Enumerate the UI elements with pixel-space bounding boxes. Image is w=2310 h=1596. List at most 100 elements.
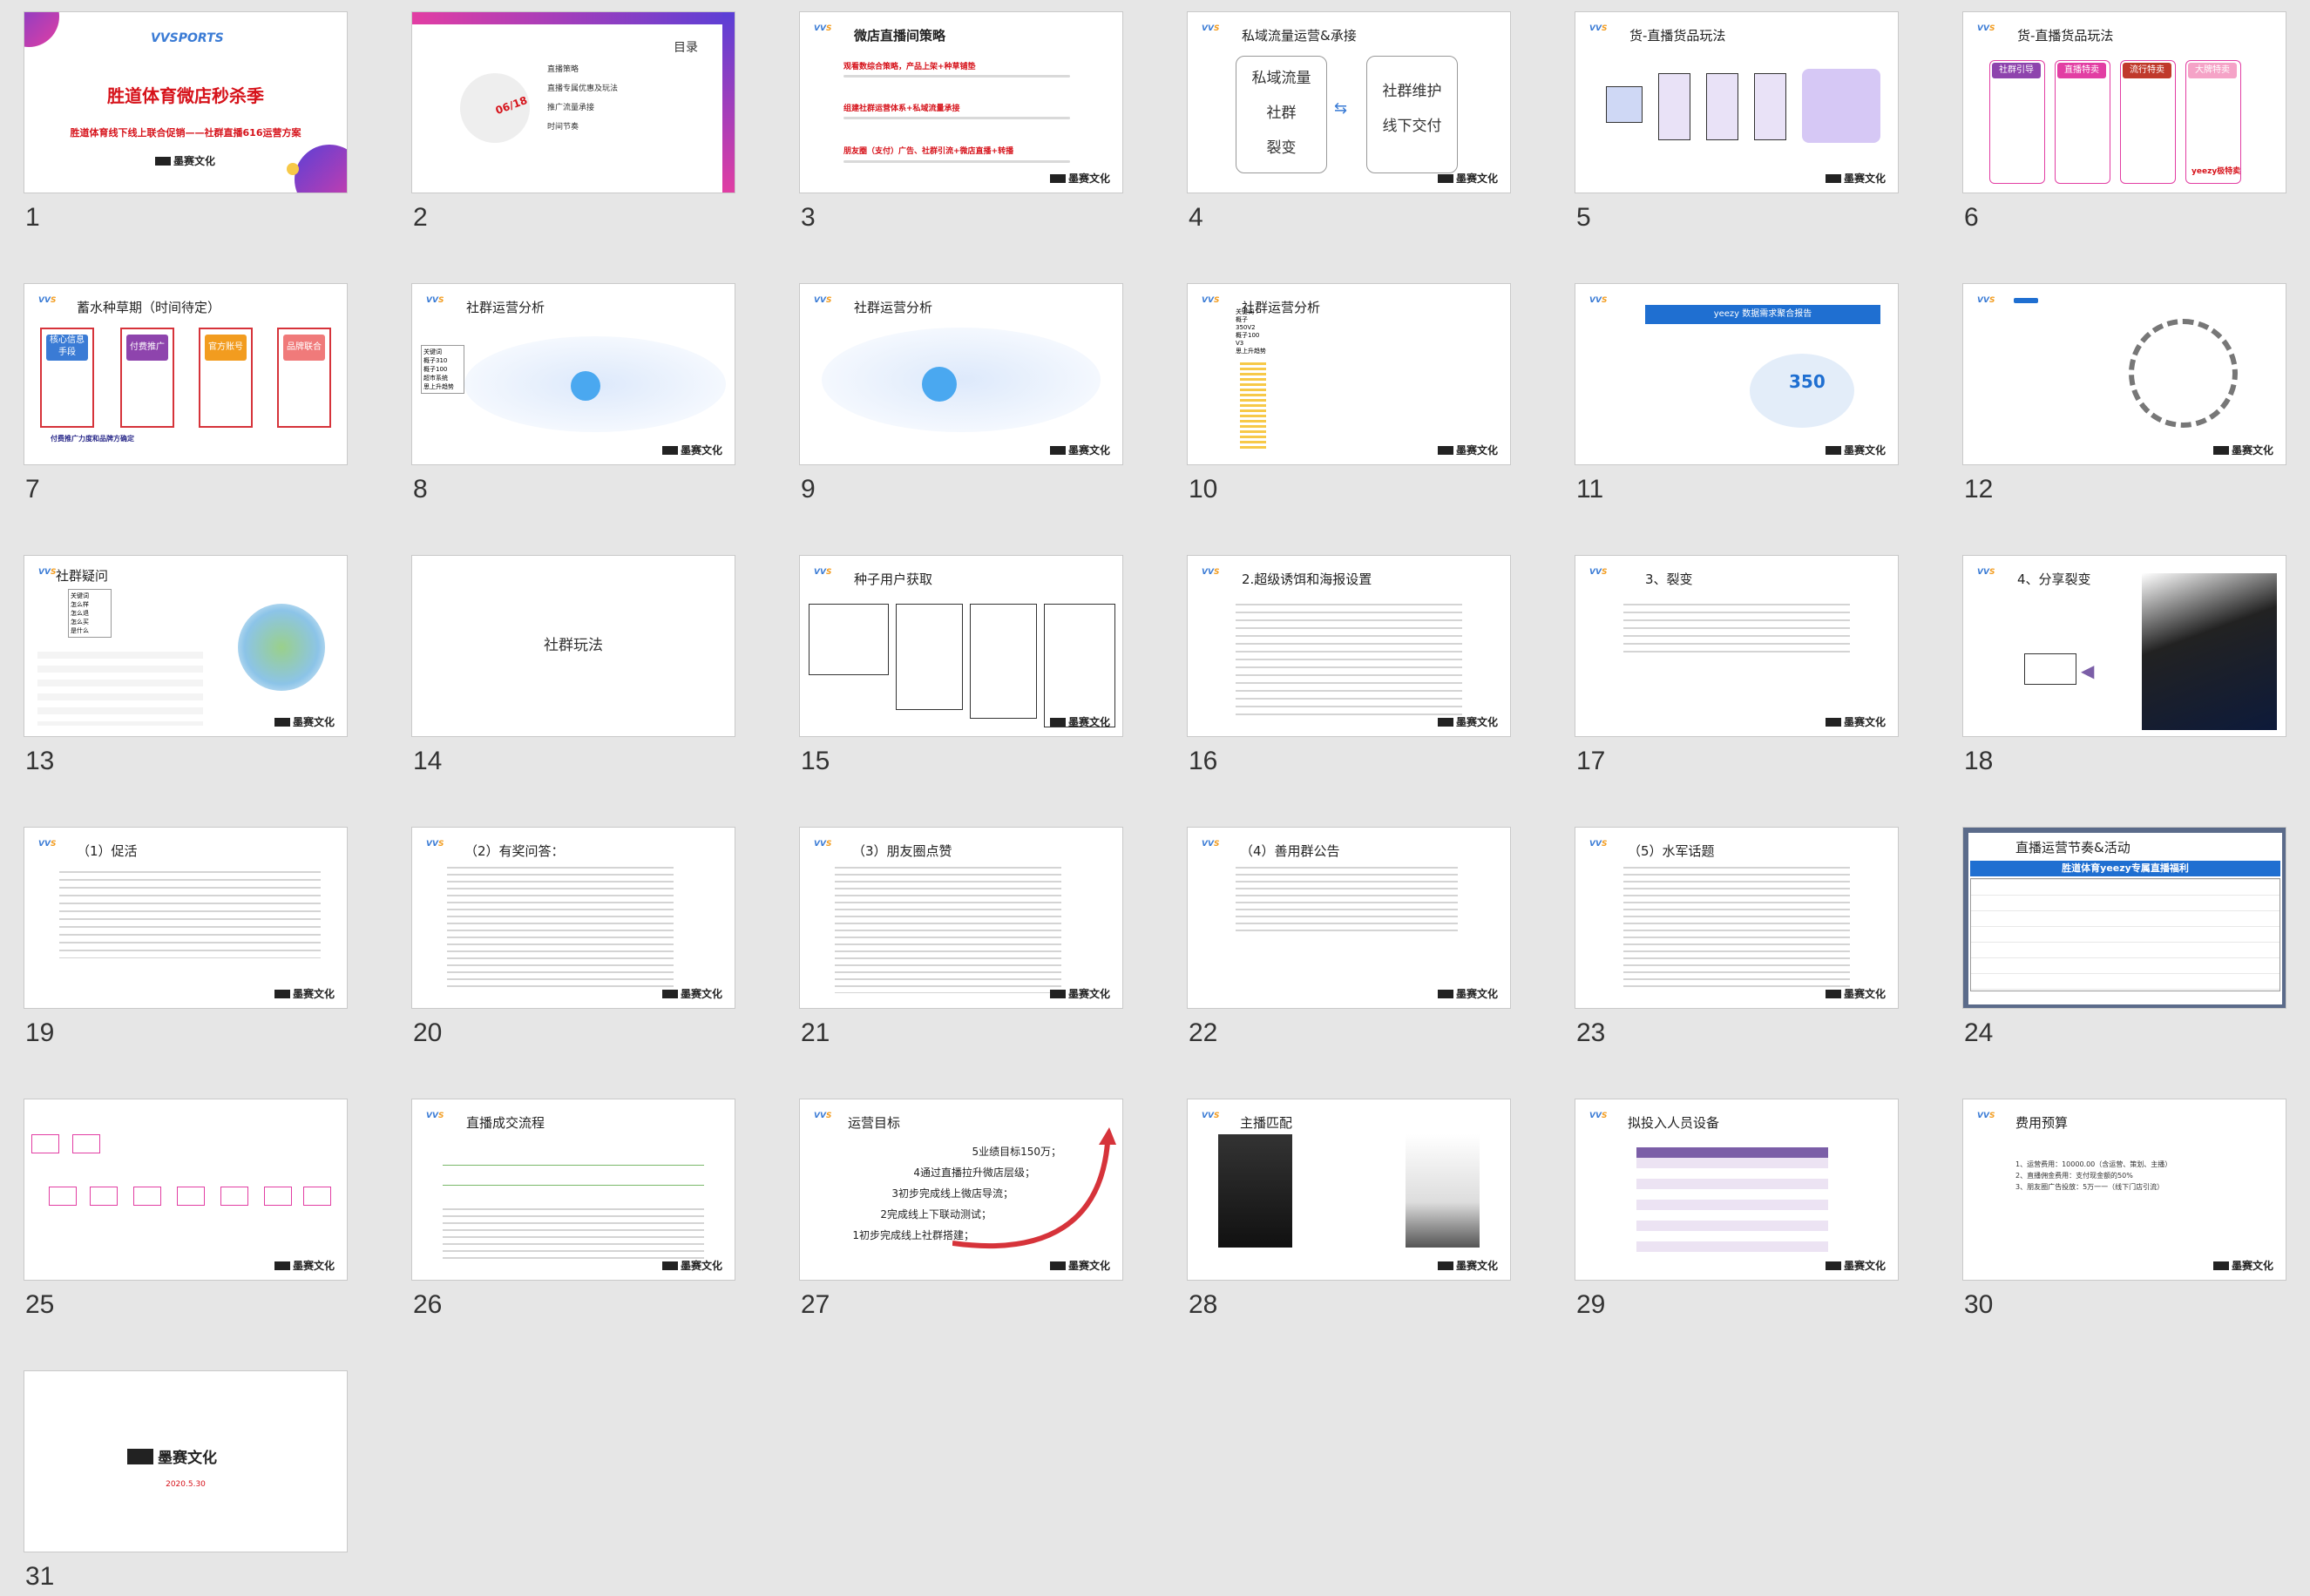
slide-thumbnail[interactable]: VVS （4）善用群公告 墨赛文化: [1187, 827, 1511, 1009]
slide-15[interactable]: VVS 种子用户获取 墨赛文化 15: [799, 555, 1123, 775]
slide-thumbnail[interactable]: VVS 拟投入人员设备 墨赛文化: [1575, 1099, 1899, 1281]
slide-thumbnail[interactable]: VVS 3、裂变 墨赛文化: [1575, 555, 1899, 737]
slide-11[interactable]: VVS yeezy 数据需求聚合报告 350 墨赛文化 11: [1575, 283, 1899, 504]
note: yeezy极特卖: [2191, 167, 2241, 176]
tag: 直播特卖: [2057, 63, 2106, 78]
host-photo: [1406, 1134, 1480, 1248]
table-banner: 胜道体育yeezy专属直播福利: [1970, 861, 2280, 876]
slide-2[interactable]: 06/18 目录 直播策略 直播专属优惠及玩法 推广流量承接 时间节奏 2: [411, 11, 735, 232]
slide-title: 胜道体育微店秒杀季: [107, 85, 264, 106]
slide-thumbnail[interactable]: VVS 蓄水种草期（时间待定） 核心信息手段 付费推广 官方账号 品牌联合 付费…: [24, 283, 348, 465]
slide-6[interactable]: VVS 货-直播货品玩法 社群引导 直播特卖 流行特卖 大牌特卖 yeezy极特…: [1962, 11, 2286, 232]
slide-number: 17: [1576, 747, 1606, 775]
slide-17[interactable]: VVS 3、裂变 墨赛文化 17: [1575, 555, 1899, 775]
slide-thumbnail[interactable]: VVS （1）促活 墨赛文化: [24, 827, 348, 1009]
slide-27[interactable]: VVS 运营目标 5业绩目标150万； 4通过直播拉升微店层级； 3初步完成线上…: [799, 1099, 1123, 1319]
slide-number: 9: [801, 475, 816, 504]
slide-thumbnail[interactable]: VVS 社群运营分析 关键词 概子310 概子100 超市系统 思上升趋势 墨赛文化: [411, 283, 735, 465]
logo: VVSPORTS: [151, 31, 224, 45]
slide-number: 26: [413, 1290, 443, 1319]
slide-18[interactable]: VVS 4、分享裂变 ◀ 18: [1962, 555, 2286, 775]
slide-number: 15: [801, 747, 830, 775]
slide-23[interactable]: VVS （5）水军话题 墨赛文化 23: [1575, 827, 1899, 1047]
slide-thumbnail[interactable]: 直播运营节奏&活动 胜道体育yeezy专属直播福利: [1962, 827, 2286, 1009]
brand-mark: 墨赛文化: [661, 1258, 722, 1273]
slide-number: 7: [25, 475, 40, 504]
slide-number: 30: [1964, 1290, 1994, 1319]
slide-5[interactable]: VVS 货-直播货品玩法 墨赛文化 5: [1575, 11, 1899, 232]
slide-thumbnail[interactable]: VVS （5）水军话题 墨赛文化: [1575, 827, 1899, 1009]
slide-thumbnail[interactable]: VVS 社群运营分析 墨赛文化: [799, 283, 1123, 465]
slide-thumbnail[interactable]: VVS 微店直播间策略 观看数综合策略，产品上架+种草铺垫 组建社群运营体系+私…: [799, 11, 1123, 193]
slide-thumbnail[interactable]: VVS 运营目标 5业绩目标150万； 4通过直播拉升微店层级； 3初步完成线上…: [799, 1099, 1123, 1281]
slide-21[interactable]: VVS （3）朋友圈点赞 墨赛文化 21: [799, 827, 1123, 1047]
slide-thumbnail[interactable]: VVS 2.超级诱饵和海报设置 墨赛文化: [1187, 555, 1511, 737]
slide-25[interactable]: 墨赛文化 25: [24, 1099, 348, 1319]
slide-title: 货-直播货品玩法: [1629, 28, 1726, 44]
slide-thumbnail[interactable]: VVS 货-直播货品玩法 社群引导 直播特卖 流行特卖 大牌特卖 yeezy极特…: [1962, 11, 2286, 193]
slide-thumbnail[interactable]: VVS （3）朋友圈点赞 墨赛文化: [799, 827, 1123, 1009]
slide-thumbnail[interactable]: VVS 4、分享裂变 ◀: [1962, 555, 2286, 737]
slide-22[interactable]: VVS （4）善用群公告 墨赛文化 22: [1187, 827, 1511, 1047]
slide-29[interactable]: VVS 拟投入人员设备 墨赛文化 29: [1575, 1099, 1899, 1319]
slide-26[interactable]: VVS 直播成交流程 墨赛文化 26: [411, 1099, 735, 1319]
slide-7[interactable]: VVS 蓄水种草期（时间待定） 核心信息手段 付费推广 官方账号 品牌联合 付费…: [24, 283, 348, 504]
slide-number: 4: [1189, 203, 1203, 232]
slide-thumbnail[interactable]: VVS 社群疑问 关键词 怎么样 怎么退 怎么买 是什么 墨赛文化: [24, 555, 348, 737]
slide-thumbnail[interactable]: VVS yeezy 数据需求聚合报告 350 墨赛文化: [1575, 283, 1899, 465]
logo: VVS: [814, 840, 832, 849]
slide-thumbnail[interactable]: VVS 费用预算 1、运营费用：10000.00（含运营、策划、主播） 2、直播…: [1962, 1099, 2286, 1281]
slide-13[interactable]: VVS 社群疑问 关键词 怎么样 怎么退 怎么买 是什么 墨赛文化 13: [24, 555, 348, 775]
logo: VVS: [38, 568, 57, 577]
slide-thumbnail[interactable]: 墨赛文化: [24, 1099, 348, 1281]
slide-title: 社群运营分析: [854, 300, 933, 315]
logo: VVS: [1202, 24, 1220, 33]
slide-title: （2）有奖问答：: [464, 843, 565, 859]
slide-thumbnail[interactable]: 社群玩法: [411, 555, 735, 737]
slide-20[interactable]: VVS （2）有奖问答： 墨赛文化 20: [411, 827, 735, 1047]
brand-mark: 墨赛文化: [274, 986, 335, 1001]
slide-thumbnail[interactable]: VVS 私域流量运营&承接 私域流量 社群 裂变 ⇆ 社群维护 线下交付 墨赛文化: [1187, 11, 1511, 193]
logo: VVS: [1589, 1112, 1608, 1120]
brand-logo: 墨赛文化: [127, 1445, 217, 1467]
slide-thumbnail[interactable]: VVS （2）有奖问答： 墨赛文化: [411, 827, 735, 1009]
slide-28[interactable]: VVS 主播匹配 墨赛文化 28: [1187, 1099, 1511, 1319]
slide-8[interactable]: VVS 社群运营分析 关键词 概子310 概子100 超市系统 思上升趋势 墨赛文化 8: [411, 283, 735, 504]
slide-thumbnail[interactable]: VVSPORTS 胜道体育微店秒杀季 胜道体育线下线上联合促销——社群直播616…: [24, 11, 348, 193]
slide-title: 2.超级诱饵和海报设置: [1242, 571, 1372, 587]
slide-30[interactable]: VVS 费用预算 1、运营费用：10000.00（含运营、策划、主播） 2、直播…: [1962, 1099, 2286, 1319]
slide-thumbnail[interactable]: VVS 种子用户获取 墨赛文化: [799, 555, 1123, 737]
slide-thumbnail[interactable]: VVS 货-直播货品玩法 墨赛文化: [1575, 11, 1899, 193]
slide-number: 31: [25, 1562, 55, 1591]
logo: VVS: [1202, 568, 1220, 577]
slide-number: 13: [25, 747, 55, 775]
slide-thumbnail[interactable]: 墨赛文化 2020.5.30: [24, 1370, 348, 1552]
slide-12[interactable]: VVS 墨赛文化 12: [1962, 283, 2286, 504]
slide-10[interactable]: VVS 社群运营分析 关键词 概子 350V2 概子100 V3 思上升趋势 墨赛文化 1…: [1187, 283, 1511, 504]
slide-24[interactable]: 直播运营节奏&活动 胜道体育yeezy专属直播福利 24: [1962, 827, 2286, 1047]
slide-thumbnail[interactable]: VVS 墨赛文化: [1962, 283, 2286, 465]
strategy-item: 观看数综合策略，产品上架+种草铺垫: [843, 63, 976, 71]
slide-subtitle: 胜道体育线下线上联合促销——社群直播616运营方案: [70, 127, 301, 139]
slide-16[interactable]: VVS 2.超级诱饵和海报设置 墨赛文化 16: [1187, 555, 1511, 775]
legend-box: 关键词 概子 350V2 概子100 V3 思上升趋势: [1236, 308, 1266, 355]
slide-9[interactable]: VVS 社群运营分析 墨赛文化 9: [799, 283, 1123, 504]
slide-thumbnail[interactable]: VVS 主播匹配 墨赛文化: [1187, 1099, 1511, 1281]
logo: VVS: [1977, 1112, 1995, 1120]
slide-14[interactable]: 社群玩法 14: [411, 555, 735, 775]
slide-thumbnail[interactable]: VVS 直播成交流程 墨赛文化: [411, 1099, 735, 1281]
brand-mark: 墨赛文化: [1437, 986, 1498, 1001]
private-traffic-box: 私域流量 社群 裂变: [1236, 56, 1327, 173]
slide-1[interactable]: VVSPORTS 胜道体育微店秒杀季 胜道体育线下线上联合促销——社群直播616…: [24, 11, 348, 232]
slide-thumbnail[interactable]: 06/18 目录 直播策略 直播专属优惠及玩法 推广流量承接 时间节奏: [411, 11, 735, 193]
logo: VVS: [814, 1112, 832, 1120]
slide-19[interactable]: VVS （1）促活 墨赛文化 19: [24, 827, 348, 1047]
slide-title: 蓄水种草期（时间待定）: [77, 300, 221, 315]
brand-mark: 墨赛文化: [1825, 1258, 1886, 1273]
slide-4[interactable]: VVS 私域流量运营&承接 私域流量 社群 裂变 ⇆ 社群维护 线下交付 墨赛文化 4: [1187, 11, 1511, 232]
logo: VVS: [814, 24, 832, 33]
slide-31[interactable]: 墨赛文化 2020.5.30 31: [24, 1370, 348, 1591]
slide-thumbnail[interactable]: VVS 社群运营分析 关键词 概子 350V2 概子100 V3 思上升趋势 墨赛文化: [1187, 283, 1511, 465]
slide-3[interactable]: VVS 微店直播间策略 观看数综合策略，产品上架+种草铺垫 组建社群运营体系+私…: [799, 11, 1123, 232]
report-banner: yeezy 数据需求聚合报告: [1645, 305, 1880, 324]
